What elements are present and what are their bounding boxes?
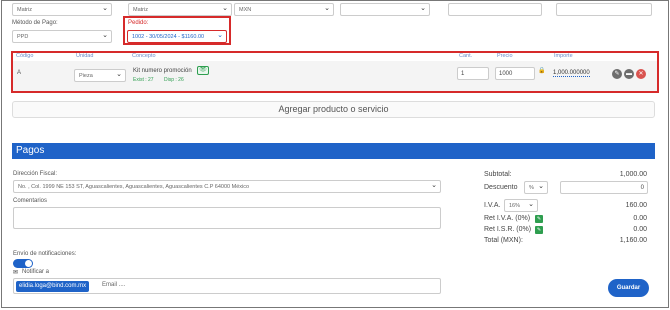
row-code: A [17,70,22,76]
subtotal-label: Subtotal: [484,171,512,178]
add-product-button[interactable]: Agregar producto o servicio [12,101,655,118]
ret-iva-value: 0.00 [633,215,647,222]
discount-unit-select[interactable]: % ⌄ [524,181,548,194]
invoice-form: Matriz ⌄ Matriz ⌄ MXN ⌄ ⌄ Método de Pago… [1,0,669,308]
payments-section-header: Pagos [12,143,655,159]
header-qty: Cant. [459,53,473,59]
iva-label: I.V.A. [484,202,501,209]
subtotal-value: 1,000.00 [619,171,647,178]
iva-value: 160.00 [625,202,647,209]
chevron-down-icon: ⌄ [116,71,122,78]
notifications-label: Envío de notificaciones: [13,251,77,257]
currency-select[interactable]: MXN ⌄ [234,3,334,16]
header-code: Código [16,53,34,59]
fiscal-address-select[interactable]: No. , Col. 1999 NE 153 ST, Aguascaliente… [13,180,441,193]
chevron-down-icon: ⌄ [431,182,437,189]
order-label: Pedido: [128,20,149,26]
comments-textarea[interactable] [13,207,441,229]
chevron-down-icon: ⌄ [528,201,534,208]
discount-label: Descuento [484,184,518,191]
header-amount: Importe [554,53,573,59]
header-unit: Unidad [76,53,94,59]
comment-icon[interactable]: ▬ [624,69,634,79]
payment-method-select[interactable]: PPD ⌄ [12,30,112,43]
fiscal-address-label: Dirección Fiscal: [13,171,58,177]
lock-icon: 🔒 [538,68,546,74]
row-available: Disp : 26 [164,77,184,83]
order-select[interactable]: 1002 - 30/05/2024 - $1160.00 ⌄ [127,30,227,43]
total-label: Total (MXN): [484,237,523,244]
ret-iva-label: Ret I.V.A. (0%) [484,215,531,222]
chevron-down-icon: ⌄ [102,32,108,39]
comments-label: Comentarios [13,198,48,204]
chevron-down-icon: ⌄ [420,5,426,12]
row-qty-input[interactable]: 1 [457,67,489,80]
email-field[interactable]: elidia.loga@bind.com.mx Email .... [13,278,441,294]
notifications-toggle[interactable] [13,259,33,268]
ret-isr-value: 0.00 [633,226,647,233]
extra-input-2[interactable] [556,3,652,16]
extra-input-1[interactable] [448,3,542,16]
header-price: Precio [497,53,513,59]
chevron-down-icon: ⌄ [102,5,108,12]
iva-rate-select[interactable]: 16% ⌄ [504,199,538,212]
row-price-input[interactable]: 1000 [495,67,535,80]
payment-method-label: Método de Pago: [12,20,58,26]
branch-select[interactable]: Matriz ⌄ [128,3,232,16]
row-unit-select[interactable]: Pieza ⌄ [74,69,126,82]
tag-icon[interactable]: ✎ [612,69,622,79]
chevron-down-icon: ⌄ [538,183,544,190]
row-concept: Kit numero promoción [133,68,192,74]
save-button[interactable]: Guardar [608,279,649,297]
eye-icon[interactable]: 👁 [197,66,209,75]
row-stock: Exist : 27 [133,77,154,83]
total-value: 1,160.00 [619,237,647,244]
envelope-icon: ✉ [13,270,19,276]
chevron-down-icon: ⌄ [222,5,228,12]
email-input[interactable]: Email .... [102,282,125,288]
warehouse-select[interactable]: Matriz ⌄ [12,3,112,16]
ret-isr-label: Ret I.S.R. (0%) [484,226,532,233]
row-amount[interactable]: 1,000.000000 [553,70,590,77]
toggle-knob [25,260,32,267]
extra-select[interactable]: ⌄ [340,3,430,16]
discount-input[interactable]: 0 [560,181,648,194]
header-concept: Concepto [132,53,156,59]
chevron-down-icon: ⌄ [217,32,223,39]
edit-ret-iva-icon[interactable]: ✎ [535,215,543,223]
delete-icon[interactable]: ✕ [636,69,646,79]
email-chip[interactable]: elidia.loga@bind.com.mx [16,281,90,292]
edit-ret-isr-icon[interactable]: ✎ [535,226,543,234]
notify-label: Notificar a [22,269,50,275]
chevron-down-icon: ⌄ [324,5,330,12]
